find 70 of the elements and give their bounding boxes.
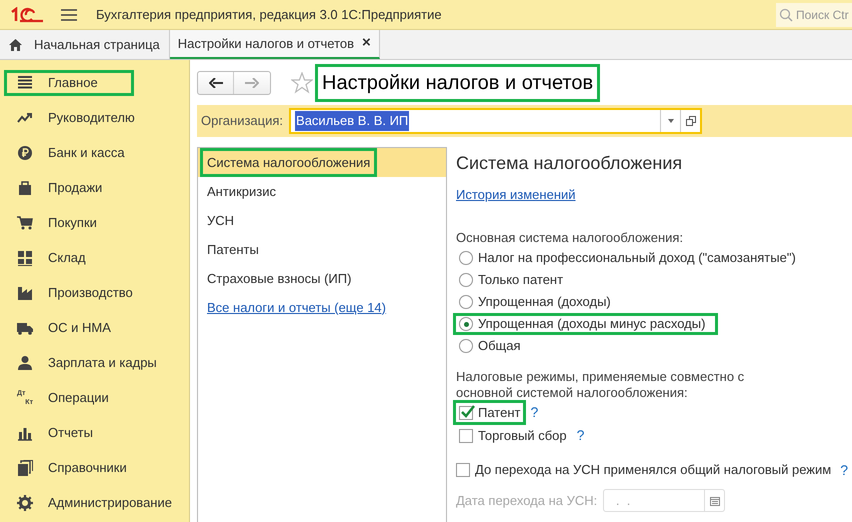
home-icon [9, 38, 22, 50]
bag-icon [17, 180, 33, 196]
field-label: Налоговые режимы, применяемые совместно с основной системой налогообложения: [456, 369, 746, 401]
tab-label: Настройки налогов и отчетов [178, 34, 354, 53]
sidebar-item[interactable]: Зарплата и кадры [4, 350, 160, 376]
section-item[interactable]: Все налоги и отчеты (еще 14) [198, 293, 446, 322]
radio-button[interactable] [459, 317, 473, 331]
field-label: Дата перехода на УСН: [456, 492, 598, 510]
radio-option[interactable]: Налог на профессиональный доход ("самозанятые") [453, 247, 809, 269]
section-item[interactable]: Антикризис [198, 177, 446, 206]
menu-icon[interactable] [61, 8, 77, 20]
left-arrow-icon [208, 78, 222, 88]
lines-icon [17, 74, 33, 90]
ruble-icon [17, 144, 33, 160]
section-item[interactable]: Страховые взносы (ИП) [198, 264, 446, 293]
radio-option[interactable]: Упрощенная (доходы минус расходы) [453, 313, 718, 335]
checkbox-option[interactable]: Патент [453, 400, 526, 426]
radio-button[interactable] [459, 295, 473, 309]
app-title: Бухгалтерия предприятия, редакция 3.0 1С:Предприятие [96, 6, 442, 24]
sidebar-item[interactable]: Руководителю [4, 104, 138, 130]
sidebar-item[interactable]: Склад [4, 244, 89, 270]
factory-icon [17, 284, 33, 300]
cart-icon [17, 214, 33, 230]
sidebar-item[interactable]: Администрирование [4, 490, 175, 516]
sidebar-item[interactable]: Главное [4, 70, 134, 96]
sidebar-item[interactable]: Справочники [4, 454, 130, 480]
right-arrow-icon [245, 78, 259, 88]
organization-value: Васильев В. В. ИП [295, 111, 410, 131]
open-form-icon [686, 116, 696, 126]
organization-label: Организация: [201, 112, 284, 130]
sidebar-item[interactable]: Производство [4, 280, 136, 306]
grid-icon [17, 250, 33, 266]
checkbox[interactable] [459, 406, 473, 420]
form-title: Настройки налогов и отчетов [315, 64, 600, 102]
sidebar-item[interactable]: Покупки [4, 210, 100, 236]
sidebar-item[interactable]: Банк и касса [4, 140, 128, 166]
checkbox-label: До перехода на УСН применялся общий налоговый режим [475, 461, 832, 480]
sidebar-item[interactable]: Отчеты [4, 420, 96, 446]
logo-icon[interactable] [10, 6, 44, 22]
radio-button[interactable] [459, 273, 473, 287]
checkbox-option[interactable]: Торговый сбор [453, 422, 573, 448]
tab-label: Начальная страница [34, 36, 160, 54]
field-label: Основная система налогообложения: [456, 228, 684, 246]
radio-button[interactable] [459, 251, 473, 265]
radio-button[interactable] [459, 339, 473, 353]
help-link[interactable]: ? [530, 402, 538, 423]
section-item[interactable]: Система налогообложения [198, 148, 446, 177]
section-heading: Система налогообложения [456, 152, 684, 175]
sidebar-item[interactable]: Продажи [4, 174, 106, 200]
organization-field[interactable]: Васильев В. В. ИП [289, 108, 702, 134]
person-icon [17, 354, 33, 370]
star-icon[interactable] [291, 72, 313, 94]
section-item[interactable]: Патенты [198, 235, 446, 264]
books-icon [17, 460, 33, 476]
gear-icon [17, 494, 33, 510]
help-link[interactable]: ? [576, 425, 584, 446]
checkbox[interactable] [456, 463, 470, 477]
help-link[interactable]: ? [840, 460, 848, 480]
close-icon[interactable]: × [362, 32, 371, 55]
search-icon [779, 8, 793, 22]
section-item[interactable]: УСН [198, 206, 446, 235]
radio-option[interactable]: Упрощенная (доходы) [453, 291, 624, 313]
checkbox[interactable] [459, 428, 473, 442]
caret-icon [668, 119, 674, 123]
radio-option[interactable]: Общая [453, 335, 534, 357]
sidebar-item[interactable]: ОС и НМА [4, 314, 114, 340]
tab[interactable]: Настройки налогов и отчетов × [170, 30, 380, 59]
search-field[interactable]: Поиск Ctr [776, 2, 852, 26]
history-link[interactable]: История изменений [456, 185, 576, 204]
radio-option[interactable]: Только патент [453, 269, 576, 291]
